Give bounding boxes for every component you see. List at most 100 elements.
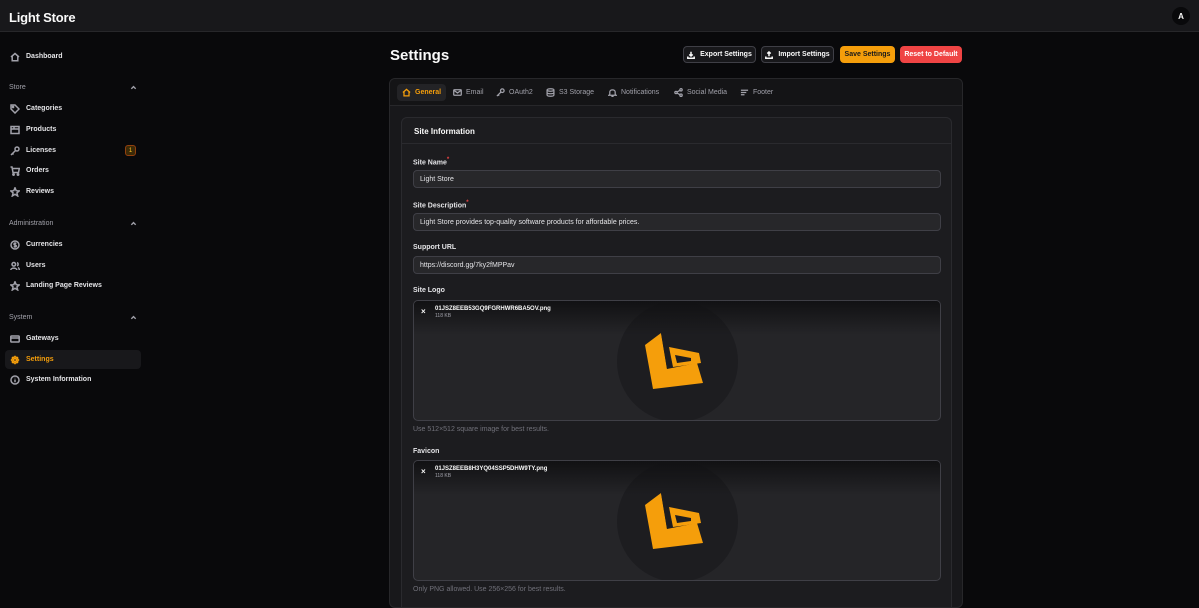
tag-icon xyxy=(10,103,20,114)
sidebar-item-gateways[interactable]: Gateways xyxy=(5,329,141,348)
key-icon xyxy=(10,145,20,156)
site-logo-upload[interactable]: × 01JSZ8EEB53GQ9FGRHWR6BA5OV.png 118 KB xyxy=(413,300,941,421)
sidebar: Dashboard Store Categories Products Lice… xyxy=(0,32,148,600)
group-administration-toggle[interactable]: Administration xyxy=(9,220,137,227)
file-name: 01JSZ8EEB8H3YQ04SSP5DHW9TY.png xyxy=(435,466,548,472)
chevron-up-icon xyxy=(130,85,137,90)
favicon-label: Favicon xyxy=(413,448,440,455)
import-settings-button[interactable]: Import Settings xyxy=(761,46,834,63)
settings-panel: General Email OAuth2 S3 Storage Notifica… xyxy=(389,78,963,608)
tab-social-media[interactable]: Social Media xyxy=(669,84,732,101)
group-store-toggle[interactable]: Store xyxy=(9,84,137,91)
tab-label: OAuth2 xyxy=(509,89,533,96)
support-url-label: Support URL xyxy=(413,244,457,251)
reset-to-default-button[interactable]: Reset to Default xyxy=(900,46,962,63)
sidebar-item-system-info[interactable]: System Information xyxy=(5,370,141,389)
upload-icon xyxy=(765,50,774,59)
page-title: Settings xyxy=(390,47,450,64)
sidebar-item-label: Currencies xyxy=(26,241,63,248)
sidebar-item-label: Reviews xyxy=(26,188,55,195)
brand-logo-icon xyxy=(645,493,703,549)
tab-footer[interactable]: Footer xyxy=(735,84,778,101)
tab-label: General xyxy=(415,89,442,96)
sidebar-item-licenses[interactable]: Licenses xyxy=(5,141,141,160)
sidebar-item-label: Landing Page Reviews xyxy=(26,282,102,289)
app-title[interactable]: Light Store xyxy=(9,10,76,25)
box-icon xyxy=(10,125,20,134)
remove-file-button[interactable]: × xyxy=(421,468,429,476)
tab-email[interactable]: Email xyxy=(448,84,489,101)
sidebar-item-label: Users xyxy=(26,262,46,269)
sidebar-item-label: Gateways xyxy=(26,335,59,342)
mail-icon xyxy=(453,89,462,96)
group-title: Store xyxy=(9,84,26,91)
sidebar-item-currencies[interactable]: Currencies xyxy=(5,235,141,254)
gear-icon xyxy=(10,355,20,364)
tab-label: Footer xyxy=(753,89,774,96)
brand-logo-icon xyxy=(645,333,703,389)
licenses-count-badge: 1 xyxy=(125,145,136,156)
menu-lines-icon xyxy=(740,89,749,96)
sidebar-item-dashboard[interactable]: Dashboard xyxy=(5,47,141,66)
favicon-upload[interactable]: × 01JSZ8EEB8H3YQ04SSP5DHW9TY.png 118 KB xyxy=(413,460,941,581)
tab-s3-storage[interactable]: S3 Storage xyxy=(541,84,599,101)
sidebar-item-orders[interactable]: Orders xyxy=(5,161,141,180)
required-mark: * xyxy=(446,157,450,163)
sidebar-item-label: Licenses xyxy=(26,147,56,154)
download-icon xyxy=(687,51,696,59)
avatar[interactable]: A xyxy=(1172,7,1190,25)
export-settings-button[interactable]: Export Settings xyxy=(683,46,756,63)
site-name-label: Site Name* xyxy=(413,157,450,167)
sidebar-item-label: Categories xyxy=(26,105,63,112)
currency-icon xyxy=(10,239,20,250)
site-information-section: Site Information Site Name* Light Store … xyxy=(401,117,952,607)
chevron-up-icon xyxy=(130,221,137,226)
site-name-input[interactable]: Light Store xyxy=(413,170,941,188)
tab-label: Notifications xyxy=(621,89,660,96)
share-icon xyxy=(674,88,683,97)
star-icon xyxy=(10,280,20,291)
site-description-label: Site Description* xyxy=(413,200,469,210)
home-icon xyxy=(402,88,411,97)
group-title: Administration xyxy=(9,220,54,227)
section-title: Site Information xyxy=(402,118,951,144)
group-title: System xyxy=(9,314,33,321)
sidebar-item-settings[interactable]: Settings xyxy=(5,350,141,369)
sidebar-item-landing-reviews[interactable]: Landing Page Reviews xyxy=(5,276,141,295)
tab-label: S3 Storage xyxy=(559,89,595,96)
favicon-hint: Only PNG allowed. Use 256×256 for best r… xyxy=(413,586,566,593)
sidebar-item-categories[interactable]: Categories xyxy=(5,99,141,118)
info-icon xyxy=(10,374,20,385)
sidebar-item-products[interactable]: Products xyxy=(5,120,141,139)
file-size: 118 KB xyxy=(435,313,452,319)
required-mark: * xyxy=(466,200,469,206)
bell-icon xyxy=(608,89,617,97)
sidebar-item-label: Products xyxy=(26,126,57,133)
top-bar: Light Store A xyxy=(0,0,1199,32)
site-logo-label: Site Logo xyxy=(413,287,445,294)
tab-label: Social Media xyxy=(687,89,728,96)
tab-notifications[interactable]: Notifications xyxy=(603,84,664,101)
settings-tabs: General Email OAuth2 S3 Storage Notifica… xyxy=(390,79,962,106)
sidebar-item-label: Dashboard xyxy=(26,53,63,60)
tab-general[interactable]: General xyxy=(397,84,447,101)
save-settings-button[interactable]: Save Settings xyxy=(840,46,895,63)
credit-card-icon xyxy=(10,334,20,343)
button-label: Import Settings xyxy=(778,51,830,58)
sidebar-item-users[interactable]: Users xyxy=(5,256,141,275)
home-icon xyxy=(10,52,20,62)
support-url-input[interactable]: https://discord.gg/7ky2fMPPav xyxy=(413,256,941,274)
sidebar-item-label: System Information xyxy=(26,376,92,383)
sidebar-item-label: Settings xyxy=(26,356,54,363)
file-size: 118 KB xyxy=(435,473,452,479)
chevron-up-icon xyxy=(130,315,137,320)
group-system-toggle[interactable]: System xyxy=(9,314,137,321)
button-label: Export Settings xyxy=(700,51,752,58)
site-description-input[interactable]: Light Store provides top-quality softwar… xyxy=(413,213,941,231)
users-icon xyxy=(10,261,20,270)
remove-file-button[interactable]: × xyxy=(421,308,429,316)
cart-icon xyxy=(10,165,20,176)
key-icon xyxy=(496,88,505,97)
tab-oauth2[interactable]: OAuth2 xyxy=(491,84,538,101)
sidebar-item-reviews[interactable]: Reviews xyxy=(5,182,141,201)
